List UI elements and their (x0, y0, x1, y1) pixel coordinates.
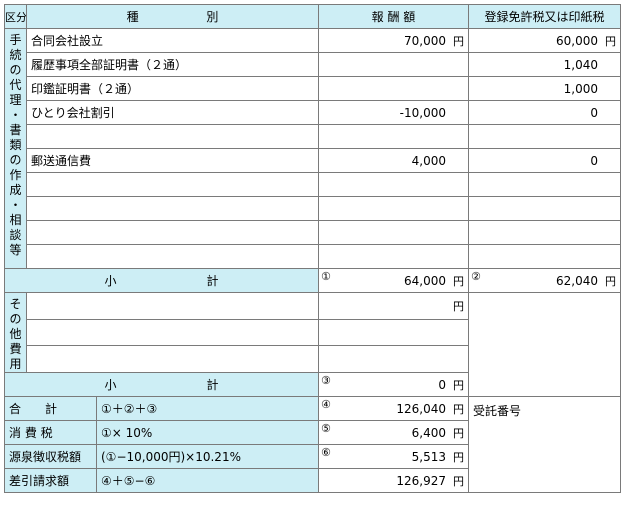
item-fee (318, 196, 469, 221)
receipt-number-cell: 受託番号 (468, 396, 621, 493)
header-shubetsu: 種 別 (26, 4, 319, 29)
item-tax: 1,000 (468, 76, 621, 101)
tax-formula: ①× 10% (96, 420, 319, 445)
item-name (26, 220, 319, 245)
item-fee: -10,000 (318, 100, 469, 125)
mark-5: ⑤ (321, 422, 331, 435)
item-tax (468, 124, 621, 149)
billing-formula: ④＋⑤−⑥ (96, 468, 319, 493)
item-tax: 0 (468, 148, 621, 173)
withholding-label: 源泉徴収税額 (4, 444, 97, 469)
table-row: 履歴事項全部証明書（２通） 1,040 (5, 52, 621, 77)
item-fee (318, 76, 469, 101)
subtotal-label-other: 小計 (4, 372, 319, 397)
other-item-name (26, 345, 319, 373)
tax-value: ⑤ 6,400 円 (318, 420, 469, 445)
item-fee (318, 52, 469, 77)
table-row (5, 196, 621, 221)
total-label: 合 計 (4, 396, 97, 421)
item-name: 履歴事項全部証明書（２通） (26, 52, 319, 77)
subtotal-fee-main: ① 64,000 円 (318, 268, 469, 293)
subtotal-value-other: ③ 0円 (318, 372, 469, 397)
item-name (26, 244, 319, 269)
section-main-label: 手続の代理・書類の作成・相談等 (4, 28, 27, 269)
mark-1: ① (321, 270, 331, 283)
item-tax (468, 172, 621, 197)
other-item-fee (318, 318, 469, 347)
header-houshu: 報 酬 額 (318, 4, 469, 29)
item-name: 印鑑証明書（２通） (26, 76, 319, 101)
header-row: 区分 種 別 報 酬 額 登録免許税又は印紙税 (4, 4, 621, 29)
item-fee (318, 124, 469, 149)
item-fee: 4,000 (318, 148, 469, 173)
other-item-fee (318, 345, 469, 373)
item-fee (318, 220, 469, 245)
item-name: 郵送通信費 (26, 148, 319, 173)
subtotal-row-main: 小計 ① 64,000 円 ② 62,040 円 (4, 268, 621, 293)
item-name (26, 172, 319, 197)
subtotal-label-main: 小計 (4, 268, 319, 293)
billing-value: 126,927 円 (318, 468, 469, 493)
other-item-name (26, 318, 319, 347)
total-formula: ①＋②＋③ (96, 396, 319, 421)
item-name: 合同会社設立 (26, 28, 319, 53)
table-row (5, 172, 621, 197)
table-row (5, 220, 621, 245)
other-tax-blank (468, 292, 621, 397)
mark-2: ② (471, 270, 481, 283)
table-row: ひとり会社割引 -10,000 0 (5, 100, 621, 125)
header-tax: 登録免許税又は印紙税 (468, 4, 621, 29)
subtotal-tax-main: ② 62,040 円 (468, 268, 621, 293)
table-row: 手続の代理・書類の作成・相談等 合同会社設立 70,000 円 60,000 円 (4, 28, 621, 269)
table-row: その他費用 円 (4, 292, 621, 397)
item-tax (468, 196, 621, 221)
item-name: ひとり会社割引 (26, 100, 319, 125)
item-tax (468, 220, 621, 245)
mark-3: ③ (321, 374, 331, 387)
item-tax: 1,040 (468, 52, 621, 77)
header-shubetsu-2: 別 (206, 10, 219, 24)
other-item-fee: 円 (318, 292, 469, 320)
item-fee (318, 172, 469, 197)
tax-label: 消 費 税 (4, 420, 97, 445)
item-tax (468, 244, 621, 269)
withholding-value: ⑥ 5,513 円 (318, 444, 469, 469)
item-tax: 0 (468, 100, 621, 125)
billing-label: 差引請求額 (4, 468, 97, 493)
header-kubun: 区分 (4, 4, 27, 29)
table-row (5, 244, 621, 269)
mark-6: ⑥ (321, 446, 331, 459)
header-shubetsu-1: 種 (126, 10, 139, 24)
invoice-table: 区分 種 別 報 酬 額 登録免許税又は印紙税 手続の代理・書類の作成・相談等 … (4, 4, 621, 493)
other-item-name (26, 292, 319, 320)
total-value: ④ 126,040 円 (318, 396, 469, 421)
item-fee (318, 244, 469, 269)
item-fee: 70,000 円 (318, 28, 469, 53)
item-name (26, 124, 319, 149)
total-row: 合 計 ①＋②＋③ ④ 126,040 円 受託番号 (4, 396, 621, 493)
section-other-label: その他費用 (4, 292, 27, 373)
withholding-formula: (①−10,000円)×10.21% (96, 444, 319, 469)
item-name (26, 196, 319, 221)
table-row: 郵送通信費 4,000 0 (5, 148, 621, 173)
mark-4: ④ (321, 398, 331, 411)
receipt-label: 受託番号 (473, 404, 522, 418)
item-tax: 60,000 円 (468, 28, 621, 53)
table-row (5, 124, 621, 149)
table-row: 印鑑証明書（２通） 1,000 (5, 76, 621, 101)
